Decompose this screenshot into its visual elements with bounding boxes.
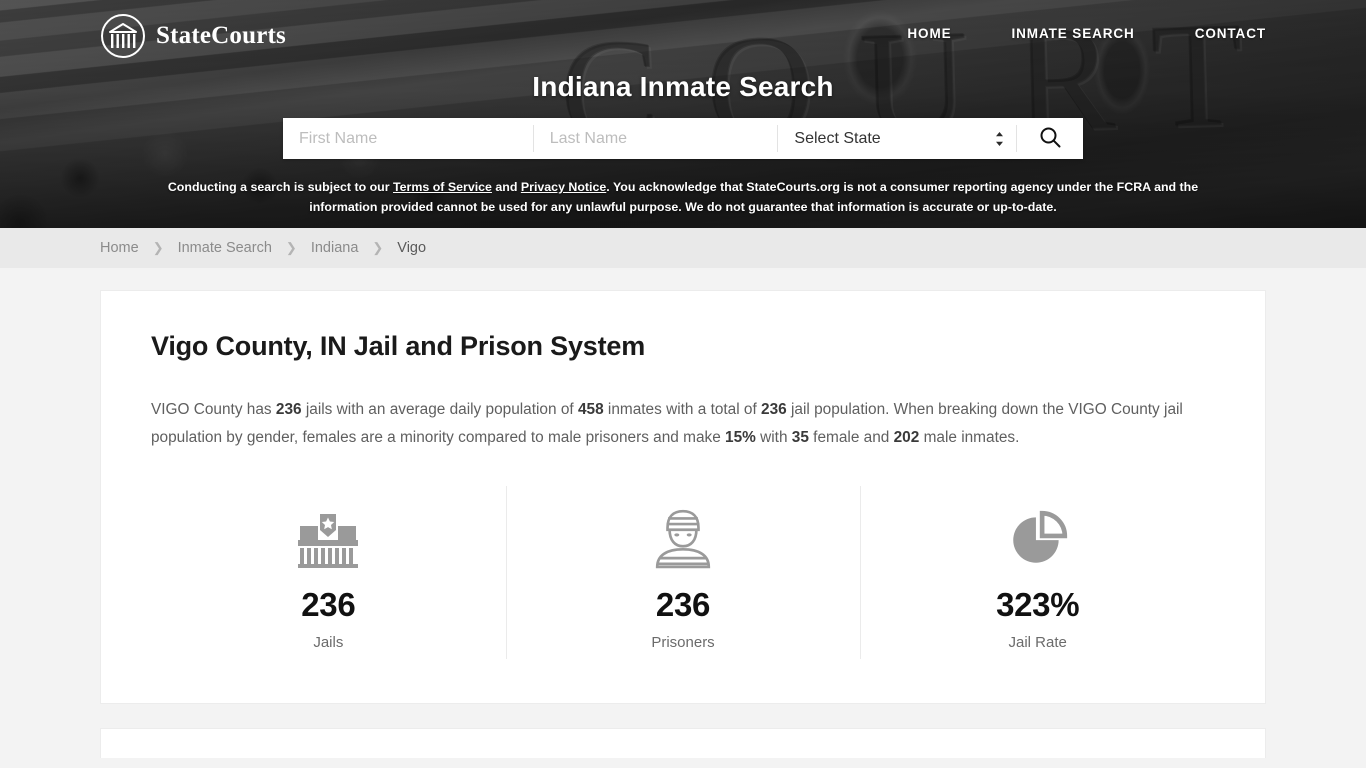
pie-chart-icon: [860, 500, 1215, 576]
search-disclaimer: Conducting a search is subject to our Te…: [133, 177, 1233, 217]
breadcrumb-item-home[interactable]: Home: [100, 240, 139, 256]
search-icon: [1038, 125, 1062, 152]
statistics-row: 236 Jails 236 Prisoners 323% Jail Rate: [151, 486, 1215, 659]
female-count-inline: 35: [791, 429, 809, 446]
stat-prisoners-value: 236: [655, 586, 711, 623]
card-title: Vigo County, IN Jail and Prison System: [151, 331, 646, 361]
prisoner-icon: [506, 500, 861, 576]
state-select-wrapper: Select State: [778, 118, 1017, 159]
breadcrumb-item-indiana[interactable]: Indiana: [311, 240, 359, 256]
courthouse-circle-logo-icon: [100, 13, 146, 59]
breadcrumb-item-inmate-search[interactable]: Inmate Search: [178, 240, 272, 256]
summary-text: male inmates.: [919, 429, 1020, 446]
stat-jail-rate-value: 323%: [996, 586, 1080, 623]
nav-item-home[interactable]: HOME: [907, 26, 951, 41]
breadcrumb: Home ❯ Inmate Search ❯ Indiana ❯ Vigo: [100, 240, 426, 256]
hero-header: COURT HOUSE StateCourts HOME INMATE: [0, 0, 1366, 228]
chevron-right-icon: ❯: [372, 240, 384, 255]
stat-jails: 236 Jails: [151, 486, 506, 659]
county-overview-card: Vigo County, IN Jail and Prison System V…: [100, 290, 1266, 704]
stat-prisoners: 236 Prisoners: [505, 486, 861, 659]
first-name-input[interactable]: [283, 118, 533, 159]
average-daily-population-inline: 458: [577, 401, 604, 418]
summary-text: jails with an average daily population o…: [301, 401, 578, 418]
summary-text: inmates with a total of: [603, 401, 762, 418]
chevron-right-icon: ❯: [152, 240, 164, 255]
site-logo[interactable]: StateCourts: [100, 13, 286, 59]
nav-item-contact[interactable]: CONTACT: [1195, 26, 1266, 41]
jails-count-inline: 236: [275, 401, 302, 418]
last-name-input[interactable]: [533, 118, 778, 159]
nav-item-inmate-search[interactable]: INMATE SEARCH: [1012, 26, 1135, 41]
disclaimer-part-1: Conducting a search is subject to our: [167, 180, 393, 194]
inmate-search-form: Select State: [283, 118, 1083, 159]
page-title: Indiana Inmate Search: [532, 71, 834, 102]
stat-jail-rate-label: Jail Rate: [1008, 634, 1067, 651]
stat-jails-label: Jails: [313, 634, 344, 651]
stat-jail-rate: 323% Jail Rate: [860, 486, 1215, 659]
stat-jails-value: 236: [301, 586, 356, 623]
stat-prisoners-label: Prisoners: [651, 634, 715, 651]
disclaimer-part-2: and: [491, 180, 521, 194]
page-content: Vigo County, IN Jail and Prison System V…: [0, 268, 1366, 758]
summary-text: VIGO County has: [151, 401, 276, 418]
female-percentage-inline: 15%: [725, 429, 756, 446]
privacy-notice-link[interactable]: Privacy Notice: [521, 180, 606, 194]
state-select[interactable]: Select State: [778, 118, 1017, 159]
top-navigation: HOME INMATE SEARCH CONTACT: [907, 26, 1266, 41]
jail-building-icon: [151, 500, 506, 576]
chevron-right-icon: ❯: [285, 240, 297, 255]
summary-text: with: [755, 429, 792, 446]
male-count-inline: 202: [893, 429, 920, 446]
county-summary-paragraph: VIGO County has 236 jails with an averag…: [151, 396, 1211, 452]
breadcrumb-bar: Home ❯ Inmate Search ❯ Indiana ❯ Vigo: [0, 228, 1366, 268]
breadcrumb-item-current: Vigo: [397, 240, 427, 256]
summary-text: female and: [808, 429, 894, 446]
next-section-card: [100, 728, 1266, 758]
search-button[interactable]: [1017, 118, 1083, 159]
total-jail-population-inline: 236: [761, 401, 787, 418]
logo-text: StateCourts: [156, 22, 286, 49]
terms-of-service-link[interactable]: Terms of Service: [393, 180, 492, 194]
